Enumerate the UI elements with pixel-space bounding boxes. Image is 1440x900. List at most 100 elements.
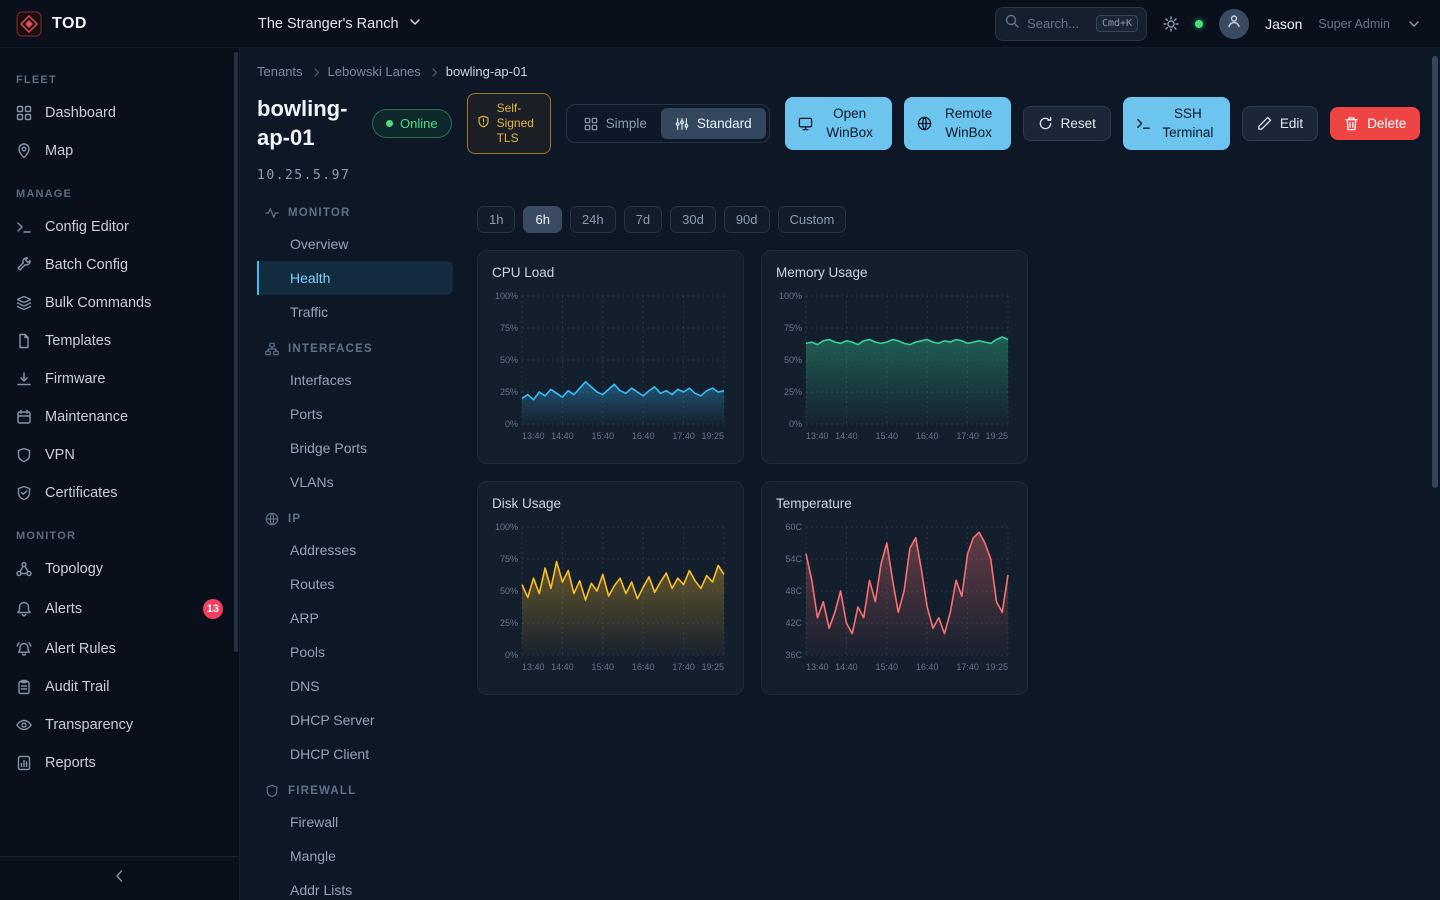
device-nav-item-health[interactable]: Health [257,261,453,295]
breadcrumb-item-tenants[interactable]: Tenants [257,64,303,79]
device-nav-item-pools[interactable]: Pools [257,635,453,669]
button-label: Reset [1061,116,1096,131]
user-role: Super Admin [1318,17,1390,31]
open-winbox-button[interactable]: Open WinBox [785,97,892,151]
sidebar-item-reports[interactable]: Reports [0,744,239,782]
app-logo-text: TOD [52,15,87,33]
device-nav-item-dhcp-server[interactable]: DHCP Server [257,703,453,737]
sidebar-item-topology[interactable]: Topology [0,550,239,588]
device-nav-item-firewall[interactable]: Firewall [257,805,453,839]
sidebar-item-label: Audit Trail [45,679,109,695]
svg-text:19:25: 19:25 [701,431,724,441]
file-icon [16,333,32,349]
sidebar-item-label: Batch Config [45,257,128,273]
device-nav-item-addresses[interactable]: Addresses [257,533,453,567]
view-mode-toggle: Simple Standard [566,104,770,143]
device-nav-item-interfaces[interactable]: Interfaces [257,363,453,397]
trash-icon [1344,116,1359,131]
svg-text:25%: 25% [500,387,518,397]
time-range-7d[interactable]: 7d [624,206,662,233]
time-range-custom[interactable]: Custom [778,206,847,233]
svg-text:19:25: 19:25 [701,662,724,672]
shield-icon [265,784,279,798]
device-nav-item-addr-lists[interactable]: Addr Lists [257,873,453,900]
sidebar-item-alert-rules[interactable]: Alert Rules [0,630,239,668]
time-range-1h[interactable]: 1h [477,206,515,233]
shield-alert-icon [477,115,490,132]
device-nav-item-traffic[interactable]: Traffic [257,295,453,329]
time-range-30d[interactable]: 30d [670,206,716,233]
breadcrumb-item-bowling-ap-01[interactable]: bowling-ap-01 [446,64,528,79]
ssh-terminal-button[interactable]: SSH Terminal [1123,97,1230,151]
chart-card-cpu-load: CPU Load0%25%50%75%100%13:4014:4015:4016… [477,250,744,464]
user-name: Jason [1265,16,1302,32]
pin-icon [16,143,32,159]
device-nav-item-bridge-ports[interactable]: Bridge Ports [257,431,453,465]
device-nav-item-overview[interactable]: Overview [257,227,453,261]
tod-logo-icon [16,11,42,37]
sidebar-item-transparency[interactable]: Transparency [0,706,239,744]
chevron-down-icon [407,14,423,30]
tenant-selector[interactable]: The Stranger's Ranch [258,14,423,34]
sidebar-item-dashboard[interactable]: Dashboard [0,94,239,132]
edit-button[interactable]: Edit [1242,106,1318,141]
sidebar-item-certificates[interactable]: Certificates [0,474,239,512]
time-range-6h[interactable]: 6h [523,206,561,233]
tls-warning-badge: Self-Signed TLS [467,93,551,154]
svg-text:0%: 0% [789,419,802,429]
device-nav-item-dns[interactable]: DNS [257,669,453,703]
device-nav-item-mangle[interactable]: Mangle [257,839,453,873]
view-mode-standard[interactable]: Standard [661,108,766,139]
sidebar-item-templates[interactable]: Templates [0,322,239,360]
sidebar-item-label: Alerts [45,601,82,617]
sidebar-item-config-editor[interactable]: Config Editor [0,208,239,246]
breadcrumb-item-lebowski-lanes[interactable]: Lebowski Lanes [328,64,421,79]
sidebar-item-map[interactable]: Map [0,132,239,170]
sidebar-item-firmware[interactable]: Firmware [0,360,239,398]
reset-button[interactable]: Reset [1023,106,1111,141]
sidebar-item-audit-trail[interactable]: Audit Trail [0,668,239,706]
chart-title: Temperature [776,496,1013,511]
remote-winbox-button[interactable]: Remote WinBox [904,97,1011,151]
view-mode-simple[interactable]: Simple [570,108,661,139]
device-nav-item-ports[interactable]: Ports [257,397,453,431]
svg-text:14:40: 14:40 [835,662,858,672]
sidebar-scrollbar[interactable] [234,52,238,652]
sidebar-item-bulk-commands[interactable]: Bulk Commands [0,284,239,322]
sidebar-item-label: Config Editor [45,219,129,235]
bell-ring-icon [16,641,32,657]
time-range-24h[interactable]: 24h [570,206,616,233]
device-nav-item-dhcp-client[interactable]: DHCP Client [257,737,453,771]
delete-button[interactable]: Delete [1330,107,1420,140]
app-window: TOD The Stranger's Ranch Search... Cmd+K… [0,0,1440,900]
svg-text:42C: 42C [785,618,802,628]
sidebar-item-batch-config[interactable]: Batch Config [0,246,239,284]
certificate-icon [16,485,32,501]
avatar[interactable] [1219,9,1249,39]
sidebar-item-alerts[interactable]: Alerts13 [0,588,239,630]
device-ip: 10.25.5.97 [257,168,1440,183]
sidebar-section-label: MONITOR [0,512,239,550]
device-nav-item-routes[interactable]: Routes [257,567,453,601]
user-menu-chevron-icon[interactable] [1406,16,1422,32]
view-mode-label: Standard [697,116,752,131]
svg-text:50%: 50% [500,355,518,365]
time-range-90d[interactable]: 90d [724,206,770,233]
device-nav-item-vlans[interactable]: VLANs [257,465,453,499]
sidebar-collapse-button[interactable] [0,856,239,900]
sidebar-item-label: Templates [45,333,111,349]
page-scrollbar[interactable] [1432,56,1438,488]
svg-text:16:40: 16:40 [632,662,655,672]
device-nav-section-label: INTERFACES [288,343,373,355]
svg-text:16:40: 16:40 [916,662,939,672]
device-nav-item-arp[interactable]: ARP [257,601,453,635]
sidebar-item-maintenance[interactable]: Maintenance [0,398,239,436]
theme-toggle-sun-icon[interactable] [1163,16,1179,32]
chart-plot: 0%25%50%75%100%13:4014:4015:4016:4017:40… [776,288,1015,446]
svg-text:17:40: 17:40 [956,431,979,441]
sidebar: FLEETDashboardMapMANAGEConfig EditorBatc… [0,48,240,900]
sidebar-item-vpn[interactable]: VPN [0,436,239,474]
search-input[interactable]: Search... Cmd+K [995,7,1147,41]
svg-text:25%: 25% [500,618,518,628]
status-badge: Online [372,109,452,138]
